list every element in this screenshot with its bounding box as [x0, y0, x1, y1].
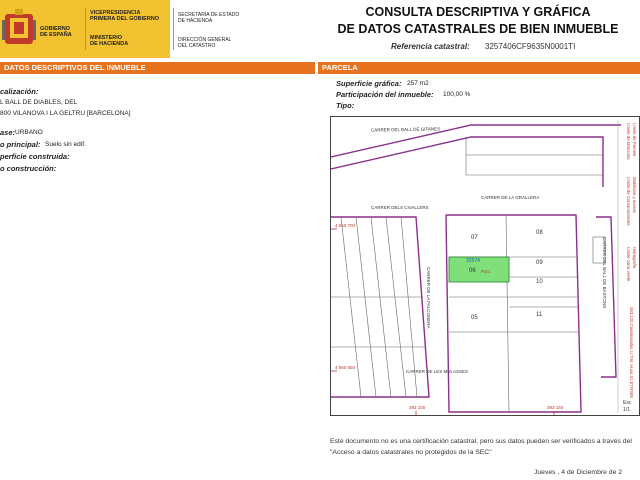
tipo-label: Tipo: [336, 101, 355, 110]
clase-value: URBANO [15, 129, 43, 136]
street-label-4: CARRER DE LES MULASSES [406, 369, 469, 374]
superficie-grafica-label: Superficie gráfica: [336, 79, 402, 88]
scale-label-2: 1/1 [623, 407, 630, 413]
gov-right-4: DEL CATASTRO [178, 43, 216, 49]
superficie-construida-label: perficie construida: [0, 152, 70, 161]
ref-value: 3257406CF9635N0001TI [485, 42, 576, 51]
document-date: Jueves , 4 de Diciembre de 2 [534, 469, 623, 476]
coat-of-arms-icon [2, 9, 36, 44]
section-bar-parcela: PARCELA [318, 62, 640, 74]
section-bar-datos: DATOS DESCRIPTIVOS DEL INMUEBLE [0, 62, 315, 74]
header-divider-2 [173, 8, 174, 50]
coord-label-y2: 4 560 650 [335, 365, 356, 370]
street-label-5: CARRER DE LA FALCONERA [426, 267, 431, 329]
localizacion-label: calización: [0, 87, 39, 96]
gov-mid-2: PRIMERA DEL GOBIERNO [90, 16, 160, 22]
page-title: CONSULTA DESCRIPTIVA Y GRÁFICA DE DATOS … [318, 4, 638, 38]
lot-08: 08 [536, 230, 543, 236]
legend-item-1: Límite de Manzana [626, 123, 631, 160]
gov-line-2: DE ESPAÑA [40, 32, 72, 38]
lot-09: 09 [536, 260, 543, 266]
lot-07: 07 [471, 235, 478, 241]
localizacion-line-2: 800 VILANOVA I LA GELTRU [BARCELONA] [0, 110, 131, 117]
gov-right-2: DE HACIENDA [178, 18, 213, 24]
street-label-2: CARRER DELS CIVALLERS [371, 205, 429, 210]
parcel-number: 06 [469, 268, 476, 274]
header-divider [85, 8, 86, 50]
coord-label-x1: 393 100 [409, 405, 426, 410]
coord-label-x2: 393 150 [547, 405, 564, 410]
map-drawing [331, 121, 621, 415]
street-label-3: CARRER DE LA GRALLERA [481, 195, 540, 200]
disclaimer-text: Este documento no es una certificación c… [330, 438, 632, 456]
legend-item-4: Mobiliario y aceras [632, 177, 637, 213]
uso-value: Suelo sin edif. [45, 141, 86, 148]
clase-label: ase: [0, 128, 16, 137]
legend-item-5: Límite zona verde [626, 247, 631, 282]
ref-label: Referencia catastral: [391, 42, 470, 51]
uso-label: o principal: [0, 140, 41, 149]
scale-label-1: Esc [623, 400, 632, 406]
legend-item-2: Límite de Parcela [632, 123, 637, 157]
title-line-2: DE DATOS CATASTRALES DE BIEN INMUEBLE [337, 22, 619, 36]
parcel-tag: Parc. [481, 269, 492, 274]
title-line-1: CONSULTA DESCRIPTIVA Y GRÁFICA [365, 5, 591, 19]
legend-item-6: Hidrografía [632, 247, 637, 269]
street-label-6: CARRER DEL BALL DE BASTONS [602, 237, 607, 309]
superficie-grafica-value: 257 m2 [407, 80, 429, 87]
anyo-construccion-label: o construcción: [0, 164, 57, 173]
cadastral-map[interactable]: CARRER DEL BALL DE GITANES CARRER DELS C… [330, 116, 640, 416]
lot-10: 10 [536, 279, 543, 285]
parcel-ref-label: 32574 [466, 258, 480, 264]
localizacion-line-1: L BALL DE DIABLES, DEL [0, 99, 78, 106]
participacion-value: 100,00 % [443, 91, 471, 98]
coord-label-y1: 4 560 700 [335, 223, 356, 228]
lot-11: 11 [536, 312, 543, 318]
participacion-label: Participación del inmueble: [336, 90, 434, 99]
gov-mid-4: DE HACIENDA [90, 41, 129, 47]
lot-05: 05 [471, 315, 478, 321]
legend-item-3: Límite de Construcciones [626, 177, 631, 226]
utm-side-text: 393,120 Coordenadas U.T.M. Huso 31 ETRS8… [629, 307, 634, 398]
